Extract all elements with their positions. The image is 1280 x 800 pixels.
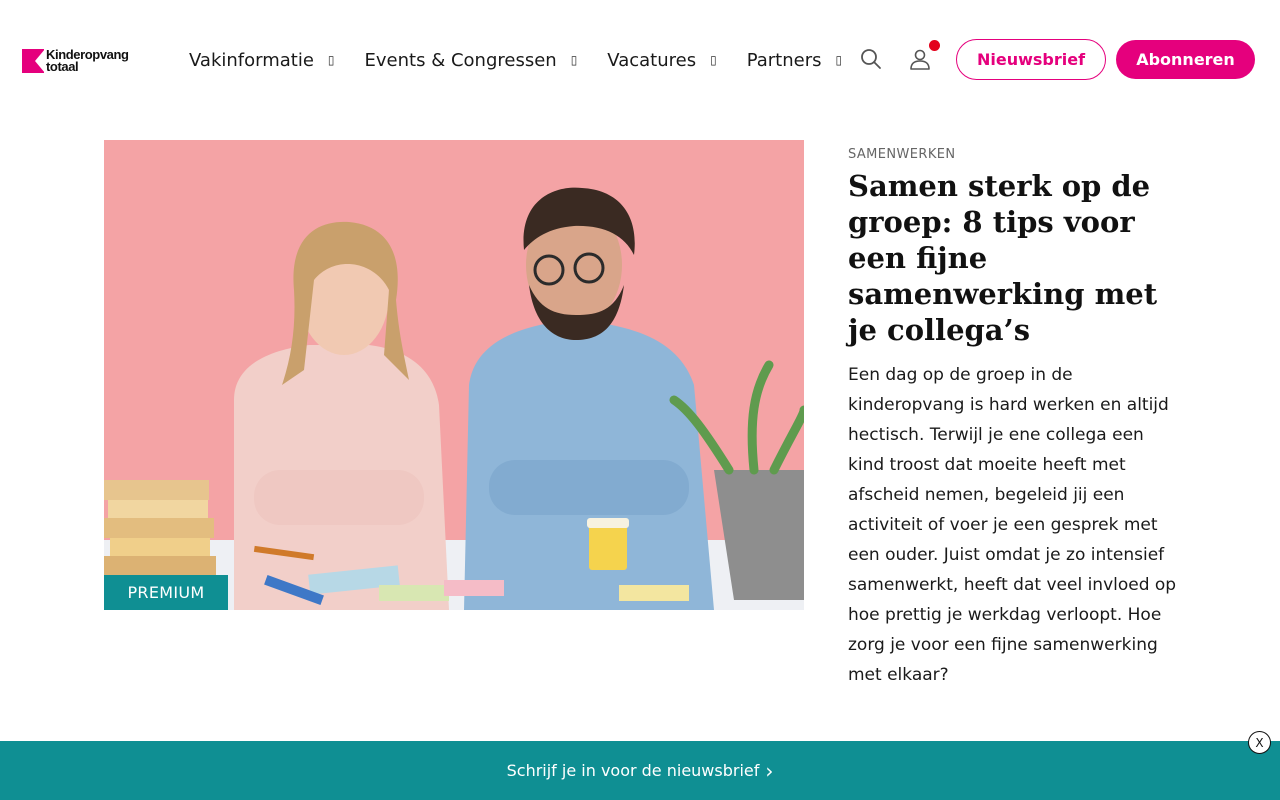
account-button[interactable] — [907, 46, 933, 72]
user-icon — [910, 49, 930, 70]
article-category[interactable]: SAMENWERKEN — [848, 147, 956, 162]
chevron-right-icon: › — [765, 758, 774, 783]
nav-item-vacatures[interactable]: Vacatures ▯ — [607, 50, 716, 71]
chevron-down-icon: ▯ — [570, 53, 578, 67]
logo-text: Kinderopvang totaal — [46, 48, 129, 74]
nav-label: Vakinformatie — [189, 49, 314, 71]
subscribe-button[interactable]: Abonneren — [1116, 40, 1255, 79]
notification-dot — [929, 40, 940, 51]
site-header: Kinderopvang totaal Vakinformatie ▯ Even… — [0, 0, 1280, 120]
close-newsletter-bar-button[interactable]: X — [1248, 731, 1271, 754]
nav-label: Partners — [746, 49, 822, 71]
newsletter-signup-link[interactable]: Schrijf je in voor de nieuwsbrief › — [506, 758, 774, 783]
logo-line-2: totaal — [46, 59, 79, 74]
newsletter-signup-text: Schrijf je in voor de nieuwsbrief — [506, 761, 760, 780]
search-button[interactable] — [858, 46, 884, 72]
nav-item-events-congressen[interactable]: Events & Congressen ▯ — [365, 50, 578, 71]
nav-item-partners[interactable]: Partners ▯ — [747, 50, 842, 71]
premium-badge: PREMIUM — [104, 575, 228, 610]
site-logo[interactable]: Kinderopvang totaal — [22, 46, 140, 76]
nav-label: Events & Congressen — [364, 49, 557, 71]
chevron-down-icon: ▯ — [327, 53, 335, 67]
article-title[interactable]: Samen sterk op de groep: 8 tips voor een… — [848, 168, 1188, 348]
chevron-down-icon: ▯ — [835, 53, 843, 67]
hero-illustration — [104, 140, 804, 610]
chevron-down-icon: ▯ — [710, 53, 717, 67]
nav-label: Vacatures — [607, 49, 697, 71]
newsletter-button[interactable]: Nieuwsbrief — [956, 39, 1106, 80]
nav-item-vakinformatie[interactable]: Vakinformatie ▯ — [189, 50, 335, 71]
article-hero-image[interactable]: PREMIUM — [104, 140, 804, 610]
newsletter-signup-bar: Schrijf je in voor de nieuwsbrief › — [0, 741, 1280, 800]
article-summary: Een dag op de groep in de kinderopvang i… — [848, 365, 1177, 685]
logo-mark — [22, 49, 45, 73]
main-nav: Vakinformatie ▯ Events & Congressen ▯ Va… — [189, 47, 872, 73]
search-icon — [861, 49, 881, 69]
